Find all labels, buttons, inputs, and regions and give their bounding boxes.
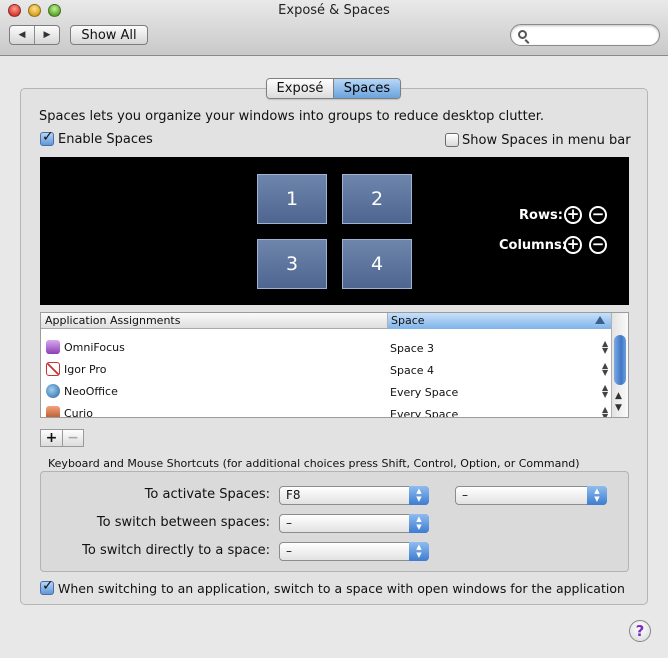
show-spaces-menubar-label: Show Spaces in menu bar	[462, 133, 631, 148]
back-forward-group: ◀ ▶	[9, 25, 60, 45]
app-name: OmniFocus	[64, 341, 125, 354]
igor-pro-icon	[46, 362, 60, 376]
column-header-application[interactable]: Application Assignments	[41, 313, 388, 329]
switch-directly-popup[interactable]: – ▲ ▼	[279, 542, 429, 561]
shortcuts-title: Keyboard and Mouse Shortcuts (for additi…	[48, 457, 580, 470]
space-assignment: Space 3	[390, 342, 435, 355]
tab-spaces[interactable]: Spaces	[334, 79, 400, 98]
space-assignment: Space 4	[390, 364, 435, 377]
space-assignment: Every Space	[390, 386, 459, 399]
assignment-add-remove: + −	[40, 429, 84, 447]
search-input[interactable]	[531, 27, 651, 43]
space-assignment: Every Space	[390, 408, 459, 418]
switch-between-popup[interactable]: – ▲ ▼	[279, 514, 429, 533]
scroll-down-icon[interactable]: ▼	[615, 403, 622, 413]
popup-arrows-icon: ▲ ▼	[409, 486, 429, 505]
table-row[interactable]: Curio Every Space ▲ ▼	[41, 403, 611, 418]
activate-spaces-label: To activate Spaces:	[144, 487, 270, 502]
switch-to-app-space-checkbox[interactable]	[40, 578, 54, 595]
activate-spaces-popup[interactable]: F8 ▲ ▼	[279, 486, 429, 505]
switch-between-label: To switch between spaces:	[96, 515, 270, 530]
space-stepper-icon[interactable]: ▲ ▼	[602, 340, 608, 355]
scroll-up-icon[interactable]: ▲	[615, 391, 622, 401]
window-title: Exposé & Spaces	[278, 3, 390, 18]
curio-icon	[46, 406, 60, 417]
search-field[interactable]	[510, 24, 660, 46]
space-stepper-icon[interactable]: ▲ ▼	[602, 384, 608, 399]
omnifocus-icon	[46, 340, 60, 354]
remove-column-button[interactable]: −	[589, 236, 607, 254]
app-name: NeoOffice	[64, 385, 118, 398]
column-header-space[interactable]: Space	[388, 313, 612, 329]
switch-directly-value: –	[286, 544, 292, 558]
back-button[interactable]: ◀	[10, 26, 34, 44]
remove-row-button[interactable]: −	[589, 206, 607, 224]
help-button[interactable]: ?	[629, 620, 651, 642]
popup-arrows-icon: ▲ ▼	[587, 486, 607, 505]
application-assignments-table: Application Assignments Space OmniFocus …	[40, 312, 629, 418]
table-row[interactable]: Igor Pro Space 4 ▲ ▼	[41, 359, 611, 381]
space-tile-4[interactable]: 4	[342, 239, 412, 289]
show-all-button[interactable]: Show All	[70, 25, 148, 45]
activate-spaces-value: F8	[286, 488, 301, 502]
search-icon	[518, 30, 527, 39]
show-spaces-menubar-checkbox[interactable]	[445, 133, 459, 147]
switch-directly-label: To switch directly to a space:	[82, 543, 270, 558]
app-name: Curio	[64, 407, 93, 418]
add-column-button[interactable]: +	[564, 236, 582, 254]
add-row-button[interactable]: +	[564, 206, 582, 224]
column-header-space-label: Space	[391, 314, 425, 327]
popup-arrows-icon: ▲ ▼	[409, 542, 429, 561]
space-tile-2[interactable]: 2	[342, 174, 412, 224]
remove-assignment-button[interactable]: −	[62, 430, 83, 446]
table-header: Application Assignments Space	[41, 313, 612, 329]
switch-to-app-space-label: When switching to an application, switch…	[58, 581, 625, 596]
table-scrollbar[interactable]: ▲ ▼	[611, 313, 628, 417]
enable-spaces-label: Enable Spaces	[58, 132, 153, 147]
tab-bar: Exposé Spaces	[266, 78, 401, 99]
space-tile-3[interactable]: 3	[257, 239, 327, 289]
forward-button[interactable]: ▶	[34, 26, 59, 44]
app-name: Igor Pro	[64, 363, 107, 376]
tab-expose[interactable]: Exposé	[267, 79, 334, 98]
activate-spaces-mouse-popup[interactable]: – ▲ ▼	[455, 486, 607, 505]
space-stepper-icon[interactable]: ▲ ▼	[602, 362, 608, 377]
scrollbar-thumb[interactable]	[614, 335, 626, 385]
columns-label: Columns:	[499, 238, 567, 253]
sort-ascending-icon	[595, 316, 605, 324]
spaces-description: Spaces lets you organize your windows in…	[39, 109, 545, 124]
activate-spaces-mouse-value: –	[462, 488, 468, 502]
space-tile-1[interactable]: 1	[257, 174, 327, 224]
neooffice-icon	[46, 384, 60, 398]
spaces-grid: 1 2 3 4 Rows: + − Columns: + −	[40, 157, 629, 305]
table-row[interactable]: NeoOffice Every Space ▲ ▼	[41, 381, 611, 403]
rows-label: Rows:	[519, 208, 563, 223]
title-bar: Exposé & Spaces ◀ ▶ Show All	[0, 0, 668, 56]
switch-between-value: –	[286, 516, 292, 530]
space-stepper-icon[interactable]: ▲ ▼	[602, 406, 608, 418]
popup-arrows-icon: ▲ ▼	[409, 514, 429, 533]
table-row[interactable]: OmniFocus Space 3 ▲ ▼	[41, 337, 611, 359]
add-assignment-button[interactable]: +	[41, 430, 62, 446]
enable-spaces-checkbox[interactable]	[40, 129, 54, 146]
